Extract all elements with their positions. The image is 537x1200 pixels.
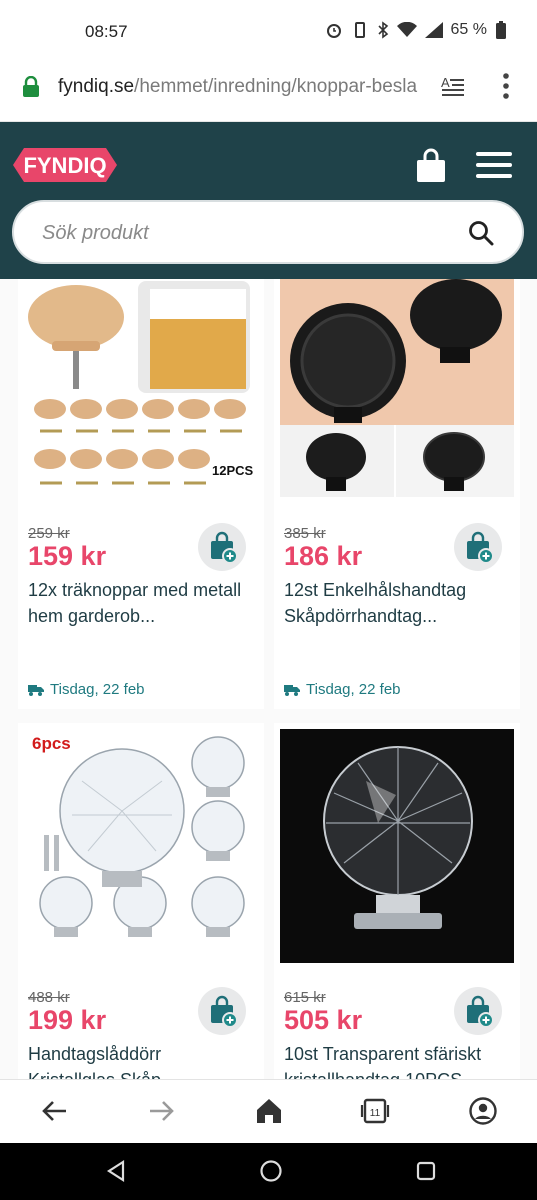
- black-knobs-image: [274, 279, 520, 504]
- old-price: 259 kr: [28, 525, 70, 542]
- price: 199 kr: [28, 1005, 107, 1035]
- search-icon[interactable]: [468, 220, 494, 246]
- browser-url-bar: fyndiq.se/hemmet/inredning/knoppar-besla…: [0, 62, 537, 122]
- crystal-knobs-image: 6pcs: [18, 723, 264, 969]
- cart-add-icon: [467, 531, 494, 564]
- product-card[interactable]: 385 kr 186 kr 12st Enkelhålshandtag Skåp…: [274, 279, 520, 709]
- price: 505 kr: [284, 1005, 363, 1035]
- delivery-truck-icon: [284, 684, 300, 696]
- home-icon[interactable]: [254, 1096, 284, 1126]
- product-card[interactable]: 615 kr 505 kr 10st Transparent sfäriskt …: [274, 723, 520, 1079]
- reader-mode-icon[interactable]: A: [440, 74, 466, 100]
- product-image[interactable]: [274, 723, 520, 969]
- system-recents-icon[interactable]: [414, 1159, 438, 1183]
- product-image[interactable]: 12PCS: [18, 279, 264, 504]
- cart-add-icon: [211, 995, 238, 1028]
- alarm-icon: [326, 24, 341, 38]
- system-nav-bar: [0, 1143, 537, 1200]
- overflow-menu-icon[interactable]: [500, 72, 512, 100]
- site-header: FYNDIQ Sök produkt: [0, 122, 537, 279]
- cart-add-icon: [211, 531, 238, 564]
- image-badge: 6pcs: [32, 734, 71, 753]
- battery-icon: [496, 21, 506, 39]
- image-badge: 12PCS: [212, 463, 254, 478]
- delivery-info: Tisdag, 22 feb: [28, 681, 145, 698]
- url-domain: fyndiq.se: [58, 76, 135, 97]
- logo-text: FYNDIQ: [23, 153, 106, 178]
- tabs-icon[interactable]: 11: [360, 1096, 390, 1126]
- bluetooth-icon: [377, 21, 388, 39]
- delivery-date: Tisdag, 22 feb: [306, 681, 401, 698]
- search-placeholder: Sök produkt: [42, 222, 149, 244]
- fyndiq-logo[interactable]: FYNDIQ: [12, 146, 118, 184]
- crystal-sphere-knob-image: [274, 723, 520, 969]
- product-card[interactable]: 12PCS 259 kr 159 kr 12x träknoppar med m…: [18, 279, 264, 709]
- system-home-icon[interactable]: [259, 1159, 283, 1183]
- add-to-cart-button[interactable]: [198, 523, 246, 571]
- product-grid: 12PCS 259 kr 159 kr 12x träknoppar med m…: [0, 279, 537, 1079]
- system-back-icon[interactable]: [104, 1159, 128, 1183]
- signal-icon: [424, 22, 443, 38]
- add-to-cart-button[interactable]: [454, 523, 502, 571]
- status-time: 08:57: [85, 22, 128, 41]
- lock-icon: [23, 76, 39, 97]
- old-price: 615 kr: [284, 989, 326, 1006]
- product-title[interactable]: 10st Transparent sfäriskt kristallhandta…: [284, 1041, 499, 1079]
- product-title[interactable]: 12x träknoppar med metall hem garderob..…: [28, 577, 243, 629]
- svg-text:A: A: [441, 75, 450, 90]
- shopping-bag-icon[interactable]: [414, 148, 448, 184]
- forward-arrow-icon[interactable]: [146, 1096, 176, 1126]
- battery-percent: 65 %: [450, 21, 487, 38]
- old-price: 488 kr: [28, 989, 70, 1006]
- add-to-cart-button[interactable]: [198, 987, 246, 1035]
- old-price: 385 kr: [284, 525, 326, 542]
- product-card[interactable]: 6pcs 488 kr 199 kr Handtagslåddörr: [18, 723, 264, 1079]
- back-arrow-icon[interactable]: [40, 1096, 70, 1126]
- url-path: /hemmet/inredning/knoppar-besla: [134, 76, 418, 97]
- delivery-truck-icon: [28, 684, 44, 696]
- product-image[interactable]: 6pcs: [18, 723, 264, 969]
- add-to-cart-button[interactable]: [454, 987, 502, 1035]
- delivery-date: Tisdag, 22 feb: [50, 681, 145, 698]
- wifi-icon: [396, 22, 417, 37]
- status-icons: 65 %: [325, 20, 507, 40]
- wooden-knobs-image: 12PCS: [18, 279, 264, 504]
- account-icon[interactable]: [468, 1096, 498, 1126]
- cart-add-icon: [467, 995, 494, 1028]
- browser-bottom-nav: 11: [0, 1079, 537, 1143]
- delivery-info: Tisdag, 22 feb: [284, 681, 401, 698]
- hamburger-menu-icon[interactable]: [476, 152, 512, 180]
- status-bar: 08:57 65 %: [0, 0, 537, 62]
- price: 186 kr: [284, 541, 363, 571]
- price: 159 kr: [28, 541, 107, 571]
- vibrate-icon: [354, 22, 365, 38]
- svg-text:11: 11: [370, 1108, 381, 1119]
- product-image[interactable]: [274, 279, 520, 504]
- url-text[interactable]: fyndiq.se/hemmet/inredning/knoppar-besla: [58, 76, 428, 98]
- product-title[interactable]: 12st Enkelhålshandtag Skåpdörrhandtag...: [284, 577, 499, 629]
- search-input[interactable]: Sök produkt: [12, 200, 524, 264]
- product-title[interactable]: Handtagslåddörr Kristallglas Skåp...: [28, 1041, 243, 1079]
